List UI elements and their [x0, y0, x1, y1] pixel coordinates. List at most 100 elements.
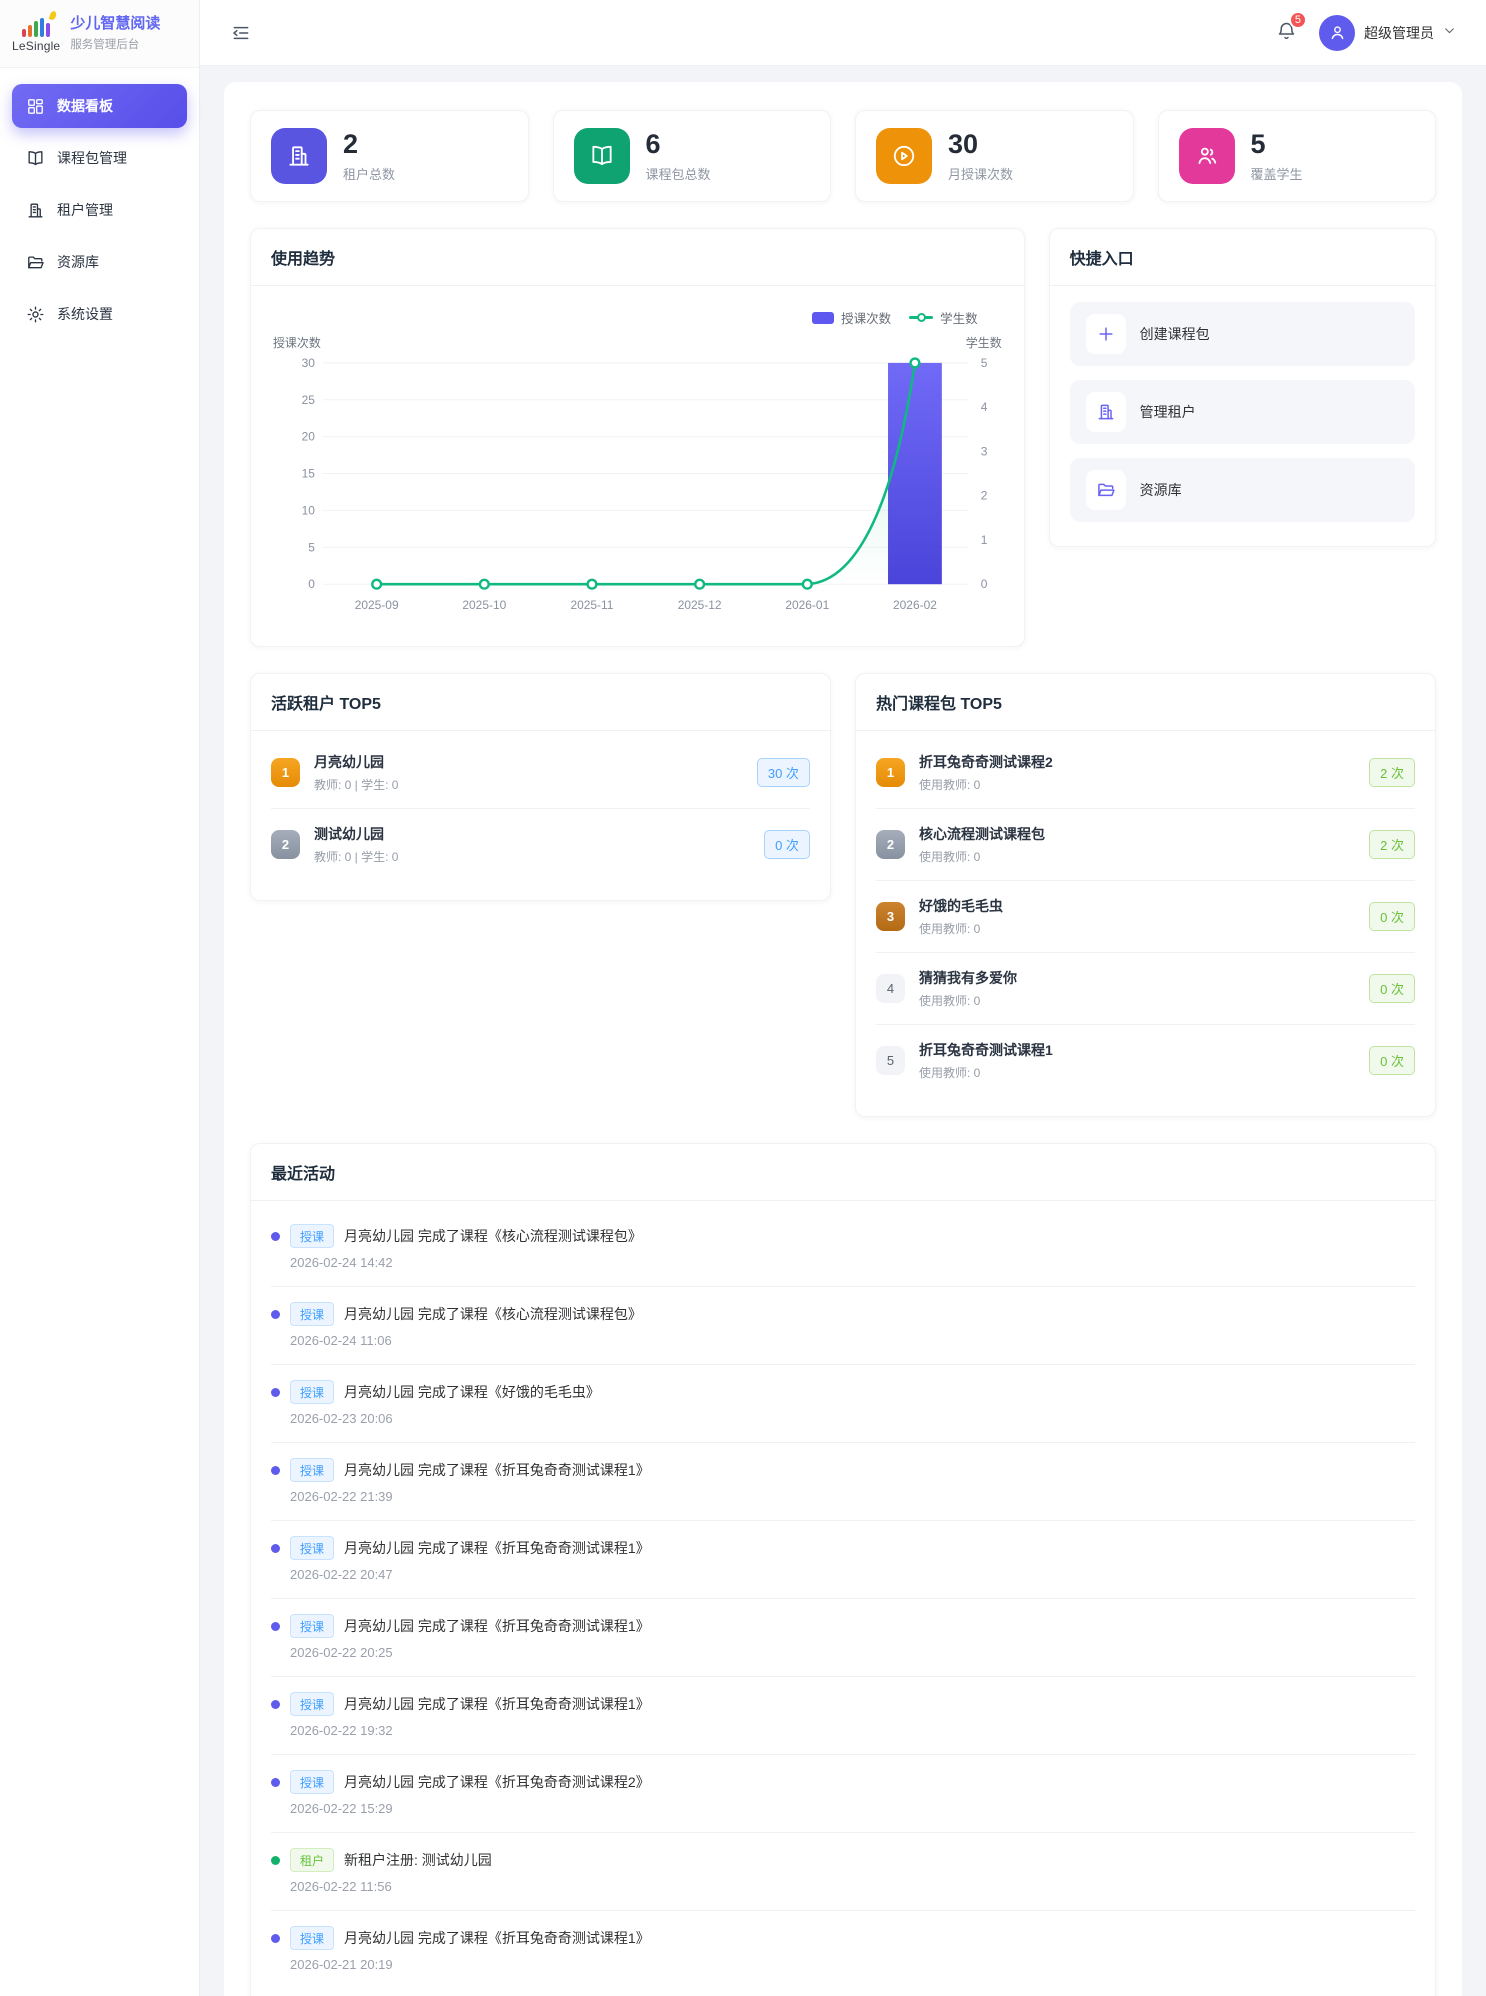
course-row: 4 猜猜我有多爱你 使用教师: 0 0 次 [876, 953, 1415, 1025]
svg-text:2025-10: 2025-10 [462, 598, 506, 612]
content: 2 租户总数 6 课程包总数 [200, 66, 1486, 1996]
activity-text: 月亮幼儿园 完成了课程《核心流程测试课程包》 [344, 1226, 642, 1246]
svg-text:3: 3 [981, 444, 988, 458]
tenant-row: 2 测试幼儿园 教师: 0 | 学生: 0 0 次 [271, 809, 810, 880]
activity-row: 授课月亮幼儿园 完成了课程《折耳兔奇奇测试课程2》 2026-02-22 15:… [271, 1755, 1415, 1833]
sidebar-collapse-button[interactable] [228, 20, 254, 46]
avatar [1319, 15, 1355, 51]
tenant-meta: 教师: 0 | 学生: 0 [314, 848, 750, 865]
activity-dot [271, 1622, 280, 1631]
gear-icon [26, 305, 45, 324]
sidebar-item-resources[interactable]: 资源库 [12, 240, 187, 284]
sidebar-item-tenants[interactable]: 租户管理 [12, 188, 187, 232]
notification-bell-button[interactable]: 5 [1276, 20, 1297, 46]
dashboard-container: 2 租户总数 6 课程包总数 [224, 82, 1462, 1996]
activity-text: 月亮幼儿园 完成了课程《折耳兔奇奇测试课程1》 [344, 1538, 650, 1558]
quick-manage-tenants[interactable]: 管理租户 [1070, 380, 1415, 444]
page: LeSingle 少儿智慧阅读 服务管理后台 数据看板 课程包管理 租户管理 [0, 0, 1486, 1996]
activity-tag: 授课 [290, 1926, 334, 1950]
usage-trend-chart: 授课次数 学生数 [271, 333, 1004, 626]
svg-text:1: 1 [981, 533, 988, 547]
course-name: 猜猜我有多爱你 [919, 968, 1355, 988]
activity-tag: 授课 [290, 1224, 334, 1248]
quick-label: 管理租户 [1140, 402, 1196, 422]
stat-label: 月授课次数 [948, 164, 1013, 183]
activity-time: 2026-02-24 11:06 [290, 1333, 1415, 1348]
activity-row: 租户新租户注册: 测试幼儿园 2026-02-22 11:56 [271, 1833, 1415, 1911]
building-icon [26, 201, 45, 220]
activity-row: 授课月亮幼儿园 完成了课程《好饿的毛毛虫》 2026-02-23 20:06 [271, 1365, 1415, 1443]
users-icon [1179, 128, 1235, 184]
svg-text:10: 10 [302, 503, 316, 517]
lessons-bar [888, 363, 942, 584]
sidebar-item-dashboard[interactable]: 数据看板 [12, 84, 187, 128]
dashboard-grid-icon [26, 97, 45, 116]
user-menu[interactable]: 超级管理员 [1319, 15, 1456, 51]
activity-text: 月亮幼儿园 完成了课程《核心流程测试课程包》 [344, 1304, 642, 1324]
stat-card-students: 5 覆盖学生 [1158, 110, 1437, 202]
activity-tag: 授课 [290, 1614, 334, 1638]
building-icon [271, 128, 327, 184]
sidebar-item-settings[interactable]: 系统设置 [12, 292, 187, 336]
hot-courses-panel: 热门课程包 TOP5 1 折耳兔奇奇测试课程2 使用教师: 0 2 次 [855, 673, 1436, 1117]
stats-row: 2 租户总数 6 课程包总数 [250, 110, 1436, 202]
legend-line-swatch [909, 316, 933, 319]
sidebar-menu: 数据看板 课程包管理 租户管理 资源库 系统设置 [0, 68, 199, 352]
stat-label: 课程包总数 [646, 164, 711, 183]
stat-value: 2 [343, 129, 395, 160]
activity-dot [271, 1934, 280, 1943]
rank-badge: 5 [876, 1046, 905, 1075]
legend-lessons[interactable]: 授课次数 [812, 308, 891, 327]
book-icon [26, 149, 45, 168]
svg-text:4: 4 [981, 400, 988, 414]
activity-dot [271, 1310, 280, 1319]
stat-card-monthly-lessons: 30 月授课次数 [855, 110, 1134, 202]
activity-time: 2026-02-22 20:25 [290, 1645, 1415, 1660]
active-tenants-panel: 活跃租户 TOP5 1 月亮幼儿园 教师: 0 | 学生: 0 30 次 [250, 673, 831, 901]
chart-legend: 授课次数 学生数 [271, 302, 1004, 329]
panel-title: 活跃租户 TOP5 [251, 674, 830, 731]
course-name: 核心流程测试课程包 [919, 824, 1355, 844]
activity-dot [271, 1232, 280, 1241]
tenant-name: 月亮幼儿园 [314, 752, 743, 772]
activity-time: 2026-02-22 15:29 [290, 1801, 1415, 1816]
quick-resource-library[interactable]: 资源库 [1070, 458, 1415, 522]
legend-label: 授课次数 [841, 308, 891, 327]
panel-title: 最近活动 [251, 1144, 1435, 1201]
sidebar-item-label: 租户管理 [57, 200, 113, 220]
activity-text: 月亮幼儿园 完成了课程《折耳兔奇奇测试课程1》 [344, 1616, 650, 1636]
sidebar-item-course-packages[interactable]: 课程包管理 [12, 136, 187, 180]
course-name: 好饿的毛毛虫 [919, 896, 1355, 916]
app-subtitle: 服务管理后台 [70, 36, 160, 52]
quick-create-course-package[interactable]: 创建课程包 [1070, 302, 1415, 366]
rank-badge: 3 [876, 902, 905, 931]
course-row: 5 折耳兔奇奇测试课程1 使用教师: 0 0 次 [876, 1025, 1415, 1096]
quick-label: 创建课程包 [1140, 324, 1210, 344]
sidebar: LeSingle 少儿智慧阅读 服务管理后台 数据看板 课程包管理 租户管理 [0, 0, 200, 1996]
activity-tag: 租户 [290, 1848, 334, 1872]
course-name: 折耳兔奇奇测试课程2 [919, 752, 1355, 772]
activity-text: 月亮幼儿园 完成了课程《折耳兔奇奇测试课程1》 [344, 1460, 650, 1480]
activity-dot [271, 1466, 280, 1475]
activity-tag: 授课 [290, 1770, 334, 1794]
svg-text:2025-09: 2025-09 [355, 598, 399, 612]
activity-text: 月亮幼儿园 完成了课程《折耳兔奇奇测试课程1》 [344, 1694, 650, 1714]
recent-activity-panel: 最近活动 授课月亮幼儿园 完成了课程《核心流程测试课程包》 2026-02-24… [250, 1143, 1436, 1996]
svg-text:2: 2 [981, 489, 988, 503]
legend-label: 学生数 [940, 308, 978, 327]
legend-students[interactable]: 学生数 [909, 308, 978, 327]
logo-mark-icon: LeSingle [12, 15, 60, 53]
activity-time: 2026-02-22 11:56 [290, 1879, 1415, 1894]
activity-dot [271, 1544, 280, 1553]
right-axis-ticks: 5 4 3 2 1 0 [981, 356, 988, 591]
quick-entry-panel: 快捷入口 创建课程包 管理租户 [1049, 228, 1436, 547]
fold-icon [231, 23, 251, 43]
activity-text: 月亮幼儿园 完成了课程《折耳兔奇奇测试课程1》 [344, 1928, 650, 1948]
use-count-badge: 0 次 [1369, 902, 1415, 931]
app-title: 少儿智慧阅读 [70, 15, 160, 34]
lesson-count-badge: 0 次 [764, 830, 810, 859]
activity-row: 授课月亮幼儿园 完成了课程《核心流程测试课程包》 2026-02-24 14:4… [271, 1209, 1415, 1287]
activity-row: 授课月亮幼儿园 完成了课程《核心流程测试课程包》 2026-02-24 11:0… [271, 1287, 1415, 1365]
rank-badge: 4 [876, 974, 905, 1003]
tenant-meta: 教师: 0 | 学生: 0 [314, 776, 743, 793]
